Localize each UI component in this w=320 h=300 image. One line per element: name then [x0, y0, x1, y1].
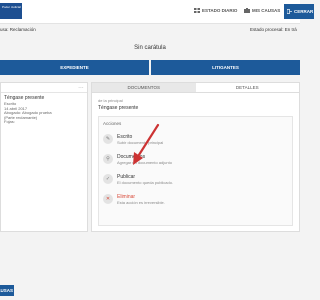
expediente-list: ... Téngase presente Escrito 14 abril 20… [0, 82, 88, 232]
page-title: Sin carátula [134, 45, 166, 51]
list-header: ... [1, 83, 87, 93]
tab-expediente[interactable]: EXPEDIENTE [0, 60, 149, 75]
acciones-label: Acciones [103, 121, 122, 126]
logout-icon [287, 9, 292, 14]
logout-button[interactable]: CERRAR [284, 4, 314, 19]
action-desc: Esta acción es irreversible. [117, 199, 165, 205]
check-icon: ✓ [103, 174, 113, 184]
principal-title: Téngase presente [98, 105, 139, 111]
tab-detalles[interactable]: DETALLES [195, 83, 299, 92]
causas-button[interactable]: CAUSAS [0, 285, 14, 296]
logout-label: CERRAR [294, 9, 314, 14]
action-documentos[interactable]: ⚲ Documentos Agregar un documento adjunt… [103, 150, 288, 168]
briefcase-icon [244, 8, 250, 13]
nav-mis-causas-label: MIS CAUSAS [252, 8, 281, 13]
nav-mis-causas[interactable]: MIS CAUSAS [244, 8, 280, 13]
action-desc: Subir documento principal [117, 139, 164, 145]
action-publicar[interactable]: ✓ Publicar El documento queda publicado. [103, 170, 288, 188]
case-subject: usa: Reclamación [0, 27, 36, 32]
tab-documentos[interactable]: DOCUMENTOS [92, 83, 196, 92]
paperclip-icon: ⚲ [103, 154, 113, 164]
pen-icon: ✎ [103, 134, 113, 144]
nav-estado-diario[interactable]: ESTADO DIARIO [194, 8, 237, 13]
tab-litigantes[interactable]: LITIGANTES [151, 60, 300, 75]
logo-text: Poder Judicial [2, 5, 21, 9]
nav-estado-diario-label: ESTADO DIARIO [202, 8, 238, 13]
entry-fojas: Fojas: [4, 119, 15, 125]
action-desc: Agregar un documento adjunto [117, 159, 172, 165]
action-escrito[interactable]: ✎ Escrito Subir documento principal [103, 130, 288, 148]
detail-panel: DOCUMENTOS DETALLES de la principal Téng… [91, 82, 300, 232]
entry-title: Téngase presente [4, 95, 45, 101]
acciones-box: Acciones ✎ Escrito Subir documento princ… [98, 116, 293, 226]
principal-label: de la principal [98, 98, 123, 103]
list-item[interactable]: Téngase presente Escrito 14 abril 2017 A… [1, 93, 87, 127]
logo[interactable]: Poder Judicial [0, 3, 22, 19]
top-bar: Poder Judicial ESTADO DIARIO MIS CAUSAS … [0, 0, 314, 24]
trash-icon: ✕ [103, 194, 113, 204]
action-desc: El documento queda publicado. [117, 179, 174, 185]
action-eliminar[interactable]: ✕ Eliminar Esta acción es irreversible. [103, 190, 288, 208]
detail-tabs: DOCUMENTOS DETALLES [92, 83, 299, 93]
more-options-icon[interactable]: ... [78, 84, 84, 90]
grid-icon [194, 8, 200, 13]
case-status: Estado procesal: En trá [250, 27, 297, 32]
